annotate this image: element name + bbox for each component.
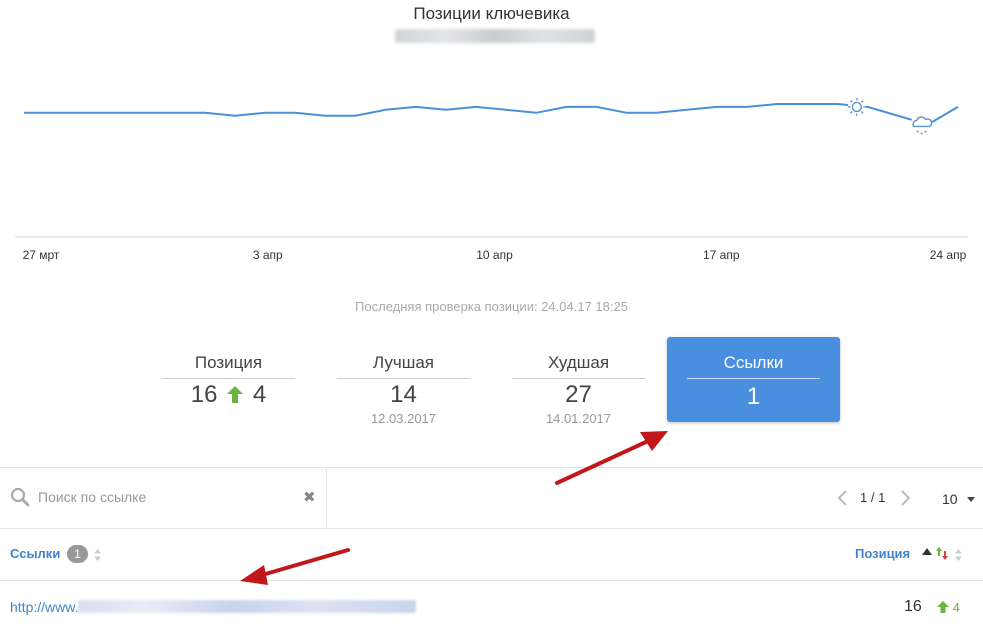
row-position-change: 4 bbox=[937, 600, 960, 615]
close-icon[interactable]: ✖ bbox=[303, 490, 316, 505]
chevron-left-icon[interactable] bbox=[837, 490, 849, 506]
stat-links-value: 1 bbox=[746, 383, 761, 410]
links-count-badge: 1 bbox=[67, 545, 88, 563]
stat-position-label: Позиция bbox=[162, 353, 295, 379]
divider-top bbox=[0, 467, 983, 468]
stat-best-date: 12.03.2017 bbox=[370, 411, 437, 426]
x-tick-label: 27 мрт bbox=[23, 248, 60, 262]
caret-down-icon[interactable] bbox=[967, 497, 975, 502]
table-row-link[interactable]: http://www. bbox=[10, 599, 417, 615]
column-header-position[interactable]: Позиция bbox=[855, 546, 910, 561]
stat-position-value: 16 4 bbox=[162, 381, 295, 409]
pagination-text: 1 / 1 bbox=[860, 490, 886, 505]
chevron-right-icon[interactable] bbox=[899, 490, 911, 506]
stat-best-value: 14 bbox=[390, 381, 417, 408]
stat-position: Позиция 16 4 bbox=[162, 337, 295, 423]
x-tick-label: 10 апр bbox=[476, 248, 513, 262]
series-line bbox=[24, 103, 959, 126]
positions-chart: 27 мрт 3 апр 10 апр 17 апр 24 апр bbox=[15, 97, 968, 262]
chart-subtitle-redacted bbox=[395, 29, 595, 43]
position-change-sort-icon[interactable] bbox=[935, 547, 949, 560]
sort-icon[interactable] bbox=[94, 549, 101, 561]
stat-worst-label: Худшая bbox=[512, 353, 645, 379]
chart-title: Позиции ключевика bbox=[413, 4, 570, 23]
divider-toolbar bbox=[0, 528, 983, 529]
stat-links-label: Ссылки bbox=[687, 353, 820, 379]
stat-links-button[interactable]: Ссылки 1 bbox=[667, 337, 840, 422]
row-url-prefix: http://www. bbox=[10, 599, 79, 615]
last-check-text: Последняя проверка позиции: 24.04.17 18:… bbox=[355, 299, 628, 314]
sun-icon[interactable] bbox=[847, 97, 866, 116]
arrow-up-icon bbox=[937, 601, 949, 613]
annotation-arrow-to-links bbox=[555, 431, 668, 485]
x-tick-label: 3 апр bbox=[253, 248, 283, 262]
stat-worst-value: 27 bbox=[565, 381, 592, 408]
stat-best-label: Лучшая bbox=[337, 353, 470, 379]
row-position: 16 bbox=[904, 598, 922, 615]
sort-asc-icon[interactable] bbox=[922, 548, 932, 555]
search-icon bbox=[10, 487, 30, 507]
cloud-rain-icon[interactable] bbox=[910, 113, 933, 136]
arrow-up-icon bbox=[227, 386, 244, 403]
position-value: 16 bbox=[190, 381, 218, 408]
row-change-value: 4 bbox=[952, 600, 960, 615]
toolbar-separator bbox=[326, 467, 327, 528]
sort-icon[interactable] bbox=[955, 549, 962, 561]
column-header-links[interactable]: Ссылки bbox=[10, 546, 60, 561]
position-change: 4 bbox=[252, 381, 267, 408]
stat-best: Лучшая 14 12.03.2017 bbox=[337, 337, 470, 426]
search-input[interactable] bbox=[38, 486, 293, 508]
per-page-select[interactable]: 10 bbox=[942, 491, 958, 507]
stat-worst-date: 14.01.2017 bbox=[545, 411, 612, 426]
x-tick-label: 17 апр bbox=[703, 248, 740, 262]
x-tick-label: 24 апр bbox=[930, 248, 967, 262]
row-url-redacted bbox=[78, 600, 417, 613]
stat-worst: Худшая 27 14.01.2017 bbox=[512, 337, 645, 426]
divider-header bbox=[0, 580, 983, 581]
